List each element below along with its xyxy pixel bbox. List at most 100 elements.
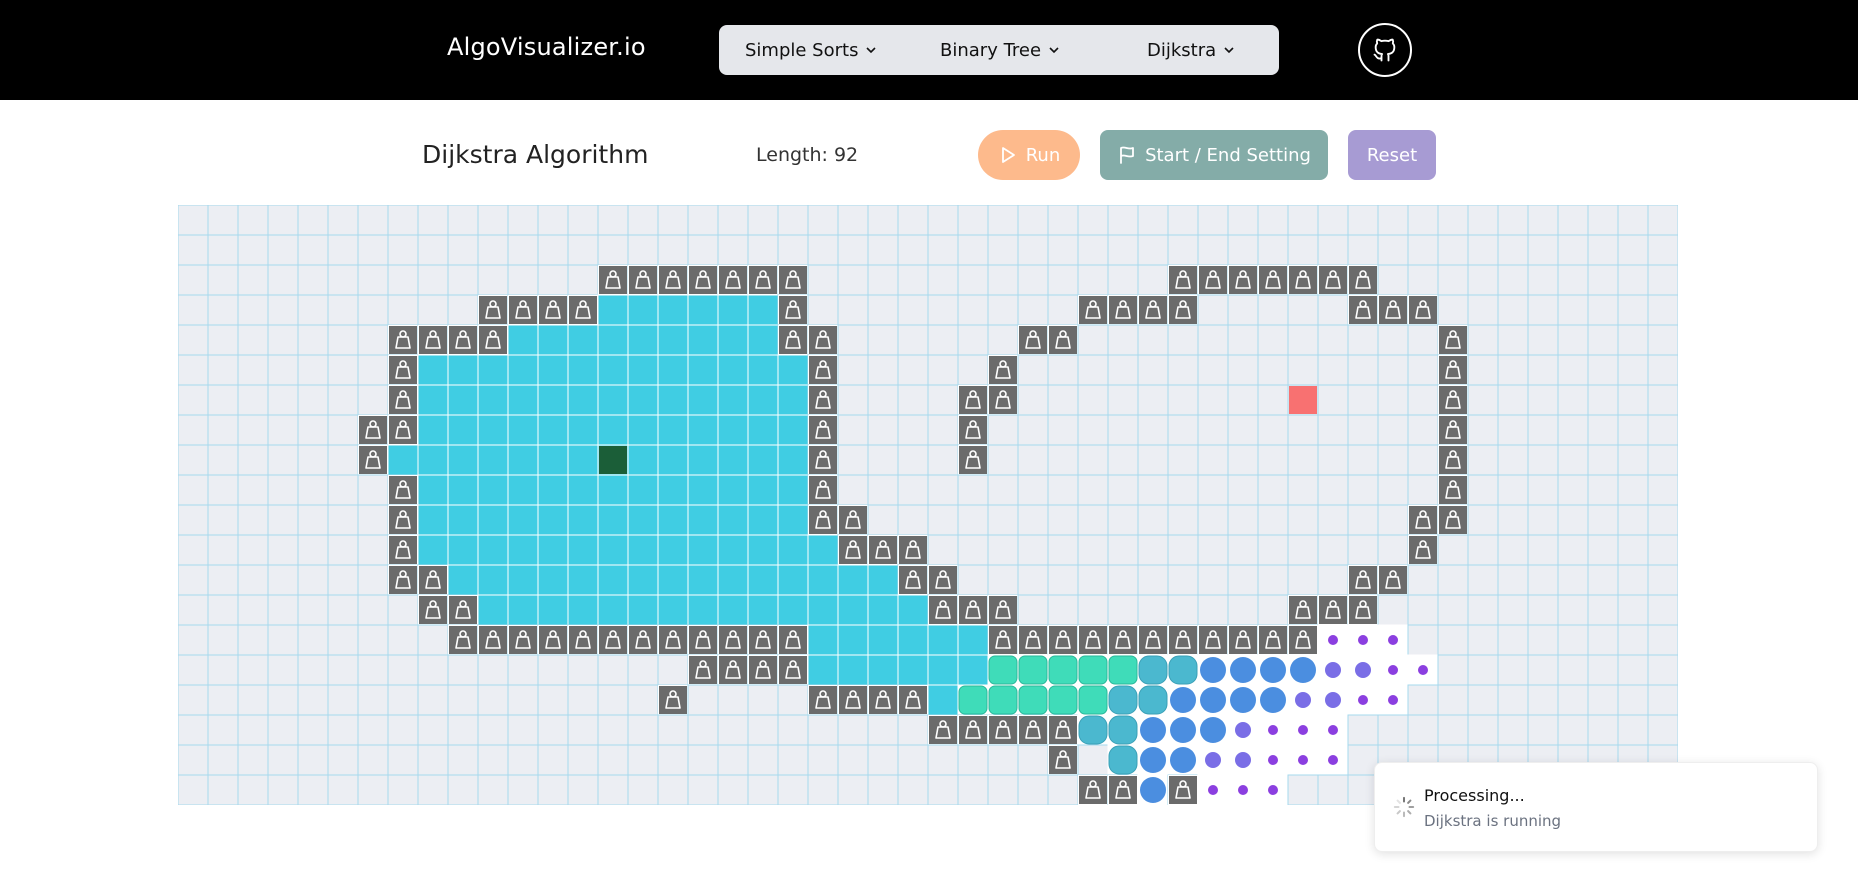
grid-cell-wall[interactable] xyxy=(957,594,989,626)
grid-cell-wall[interactable] xyxy=(1107,774,1139,805)
grid-cell-visited[interactable] xyxy=(687,564,719,596)
grid-cell[interactable] xyxy=(297,474,329,506)
grid-cell[interactable] xyxy=(597,205,629,236)
grid-cell[interactable] xyxy=(417,774,449,805)
grid-cell[interactable] xyxy=(1317,474,1349,506)
grid-cell[interactable] xyxy=(1497,324,1529,356)
grid-cell-visited[interactable] xyxy=(957,654,989,686)
grid-cell[interactable] xyxy=(1647,294,1678,326)
grid-cell[interactable] xyxy=(1257,564,1289,596)
grid-cell[interactable] xyxy=(687,714,719,746)
grid-cell[interactable] xyxy=(1047,594,1079,626)
grid-cell[interactable] xyxy=(237,594,269,626)
grid-cell[interactable] xyxy=(1377,264,1409,296)
grid-cell-visited[interactable] xyxy=(537,414,569,446)
grid-cell[interactable] xyxy=(1047,444,1079,476)
grid-cell-purple-dot[interactable] xyxy=(1347,624,1379,656)
grid-cell[interactable] xyxy=(627,654,659,686)
grid-cell[interactable] xyxy=(1557,414,1589,446)
grid-cell-visited[interactable] xyxy=(687,294,719,326)
grid-cell-visited[interactable] xyxy=(807,594,839,626)
grid-cell-visited[interactable] xyxy=(477,384,509,416)
grid-cell[interactable] xyxy=(357,205,389,236)
grid-cell[interactable] xyxy=(1197,324,1229,356)
grid-cell-visited[interactable] xyxy=(657,594,689,626)
grid-cell-visited[interactable] xyxy=(507,594,539,626)
grid-cell[interactable] xyxy=(1317,504,1349,536)
grid-cell-wall[interactable] xyxy=(747,654,779,686)
grid-cell-visited[interactable] xyxy=(537,534,569,566)
grid-cell[interactable] xyxy=(1257,444,1289,476)
grid-cell-visited[interactable] xyxy=(567,504,599,536)
grid-cell-wall[interactable] xyxy=(477,624,509,656)
grid-cell[interactable] xyxy=(297,414,329,446)
grid-cell[interactable] xyxy=(477,264,509,296)
grid-cell[interactable] xyxy=(327,654,359,686)
grid-cell-wall[interactable] xyxy=(927,594,959,626)
grid-cell-purple-dot[interactable] xyxy=(1287,744,1319,776)
grid-cell[interactable] xyxy=(1107,594,1139,626)
grid-cell[interactable] xyxy=(807,234,839,266)
grid-cell[interactable] xyxy=(807,774,839,805)
grid-cell-blue[interactable] xyxy=(1137,774,1169,805)
grid-cell[interactable] xyxy=(267,564,299,596)
grid-cell[interactable] xyxy=(1647,384,1678,416)
grid-cell[interactable] xyxy=(1347,354,1379,386)
grid-cell-visited[interactable] xyxy=(777,534,809,566)
grid-cell[interactable] xyxy=(357,504,389,536)
grid-cell-wall[interactable] xyxy=(387,414,419,446)
grid-cell[interactable] xyxy=(1527,504,1559,536)
grid-cell-visited[interactable] xyxy=(447,474,479,506)
grid-cell[interactable] xyxy=(1197,205,1229,236)
grid-cell[interactable] xyxy=(1347,414,1379,446)
grid-cell-visited[interactable] xyxy=(537,564,569,596)
grid-cell[interactable] xyxy=(1527,354,1559,386)
grid-cell[interactable] xyxy=(567,714,599,746)
grid-cell-wall[interactable] xyxy=(807,324,839,356)
grid-cell[interactable] xyxy=(1617,474,1649,506)
grid-cell[interactable] xyxy=(1107,534,1139,566)
grid-cell[interactable] xyxy=(957,324,989,356)
grid-cell[interactable] xyxy=(1617,534,1649,566)
grid-cell[interactable] xyxy=(927,744,959,776)
grid-cell[interactable] xyxy=(1407,624,1439,656)
grid-cell-blue[interactable] xyxy=(1197,714,1229,746)
grid-cell[interactable] xyxy=(207,744,239,776)
grid-cell-wall[interactable] xyxy=(537,294,569,326)
grid-cell-purple-dot[interactable] xyxy=(1377,684,1409,716)
grid-cell-visited[interactable] xyxy=(687,444,719,476)
grid-cell[interactable] xyxy=(1077,744,1109,776)
grid-cell[interactable] xyxy=(297,205,329,236)
grid-cell[interactable] xyxy=(267,474,299,506)
grid-cell-blue[interactable] xyxy=(1167,714,1199,746)
grid-cell-wall[interactable] xyxy=(927,714,959,746)
grid-cell[interactable] xyxy=(237,684,269,716)
grid-cell-visited[interactable] xyxy=(897,624,929,656)
grid-cell[interactable] xyxy=(357,324,389,356)
grid-cell[interactable] xyxy=(1257,534,1289,566)
grid-cell-wall[interactable] xyxy=(807,414,839,446)
grid-cell[interactable] xyxy=(927,474,959,506)
grid-cell[interactable] xyxy=(207,774,239,805)
grid-cell-wall[interactable] xyxy=(777,654,809,686)
grid-cell[interactable] xyxy=(1407,564,1439,596)
grid-cell[interactable] xyxy=(717,744,749,776)
grid-cell-wall[interactable] xyxy=(957,384,989,416)
grid-cell[interactable] xyxy=(1017,205,1049,236)
grid-cell[interactable] xyxy=(1347,444,1379,476)
grid-cell[interactable] xyxy=(297,684,329,716)
grid-cell[interactable] xyxy=(1377,324,1409,356)
grid-cell[interactable] xyxy=(178,744,209,776)
grid-cell[interactable] xyxy=(807,264,839,296)
grid-cell[interactable] xyxy=(1587,684,1619,716)
grid-cell[interactable] xyxy=(1137,444,1169,476)
grid-cell-wall[interactable] xyxy=(1107,294,1139,326)
grid-cell[interactable] xyxy=(747,234,779,266)
grid-cell-visited[interactable] xyxy=(747,294,779,326)
grid-cell-wall[interactable] xyxy=(957,414,989,446)
grid-cell[interactable] xyxy=(1257,294,1289,326)
grid-cell[interactable] xyxy=(327,504,359,536)
grid-cell[interactable] xyxy=(1287,564,1319,596)
grid-cell[interactable] xyxy=(1137,354,1169,386)
grid-cell[interactable] xyxy=(1227,294,1259,326)
